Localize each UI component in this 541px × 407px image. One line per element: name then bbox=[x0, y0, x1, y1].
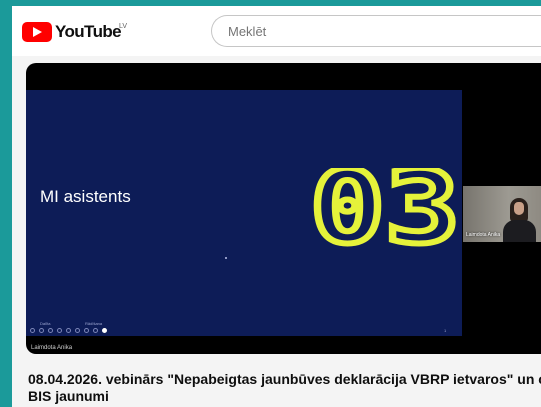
slide-toolbar-label: Dalīta bbox=[40, 321, 51, 326]
slide-menu-icon[interactable] bbox=[66, 327, 71, 333]
search-box[interactable] bbox=[211, 15, 541, 47]
camera-name-label: Laimdota Anika bbox=[466, 232, 501, 238]
logo-wordmark: YouTube bbox=[55, 22, 122, 41]
browser-frame: YouTube LV MI asistents 03 Dalīta Rādīša… bbox=[12, 6, 541, 407]
slide-cursor-dot bbox=[225, 257, 227, 259]
video-title: 08.04.2026. vebinārs "Nepabeigtas jaunbū… bbox=[28, 371, 541, 404]
presenter-body bbox=[503, 220, 536, 242]
slide-toolbar bbox=[30, 327, 107, 333]
youtube-logo[interactable]: YouTube LV bbox=[22, 21, 127, 43]
slide-prev-icon[interactable] bbox=[30, 327, 35, 333]
slide-page-number: 1 bbox=[444, 328, 447, 333]
presenter-camera: Laimdota Anika bbox=[463, 186, 541, 242]
country-code: LV bbox=[119, 23, 128, 30]
masthead: YouTube LV bbox=[12, 6, 541, 56]
slide-number-text: 03 bbox=[310, 168, 460, 248]
slide-pen-icon[interactable] bbox=[48, 327, 53, 333]
video-card: MI asistents 03 Dalīta Rādīšana 1 Laimdo… bbox=[12, 56, 541, 407]
presentation-slide: MI asistents 03 Dalīta Rādīšana 1 bbox=[26, 90, 462, 336]
search-input[interactable] bbox=[228, 23, 528, 39]
slide-next-icon[interactable] bbox=[39, 327, 44, 333]
youtube-play-icon bbox=[22, 22, 52, 42]
slide-toolbar-label: Rādīšana bbox=[85, 321, 103, 326]
slide-title: MI asistents bbox=[40, 187, 131, 206]
slide-number: 03 bbox=[307, 168, 462, 248]
video-player[interactable]: MI asistents 03 Dalīta Rādīšana 1 Laimdo… bbox=[26, 63, 541, 354]
slide-zoom-icon[interactable] bbox=[57, 327, 62, 333]
slide-record-icon[interactable] bbox=[102, 327, 107, 333]
presenter-name-label: Laimdota Anika bbox=[31, 345, 73, 351]
slide-pointer-icon[interactable] bbox=[84, 327, 89, 333]
slide-subtitles-icon[interactable] bbox=[93, 327, 98, 333]
presenter-face bbox=[514, 202, 524, 215]
slide-more-icon[interactable] bbox=[75, 327, 80, 333]
